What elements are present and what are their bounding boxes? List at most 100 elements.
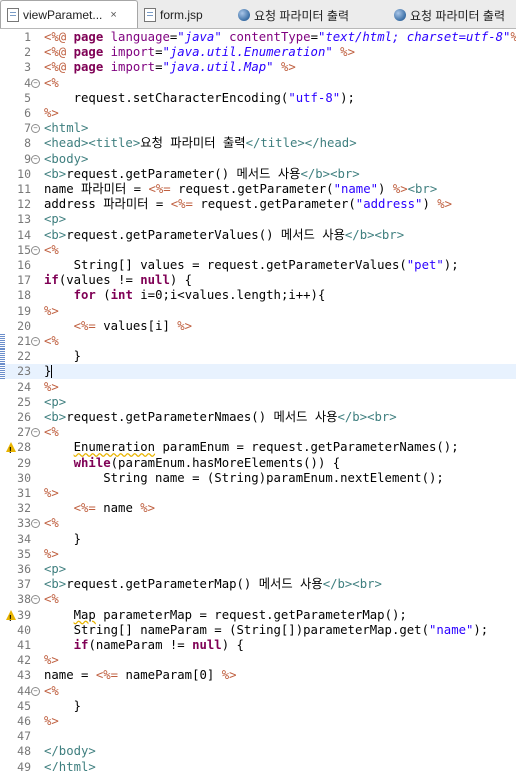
code-token: i=0;i<values.length;i++){: [132, 288, 326, 303]
code-line[interactable]: 30 String name = (String)paramEnum.nextE…: [0, 471, 516, 486]
code-text: }: [44, 699, 81, 714]
code-line[interactable]: 41 if(nameParam != null) {: [0, 638, 516, 653]
code-token: <html>: [44, 121, 89, 136]
code-text: Enumeration paramEnum = request.getParam…: [44, 440, 459, 455]
code-line[interactable]: 37 <b>request.getParameterMap() 메서드 사용</b…: [0, 577, 516, 592]
code-text: String[] nameParam = (String[])parameter…: [44, 622, 489, 638]
line-number: 9: [24, 151, 31, 166]
tab-browser-output-2[interactable]: 요청 파라미터 출력: [388, 2, 516, 28]
code-line[interactable]: 21− <%: [0, 334, 516, 349]
code-text: Map parameterMap = request.getParameterM…: [44, 608, 407, 623]
code-line[interactable]: 13 <p>: [0, 212, 516, 227]
code-line[interactable]: 34 }: [0, 532, 516, 547]
code-token: request.getParameter() 메서드 사용: [66, 166, 301, 181]
fold-toggle-icon[interactable]: −: [31, 519, 40, 529]
fold-toggle-icon[interactable]: −: [31, 595, 40, 605]
code-line[interactable]: 29 while(paramEnum.hasMoreElements()) {: [0, 456, 516, 471]
jsp-file-icon: [7, 7, 19, 22]
code-line[interactable]: 49 </html>: [0, 760, 516, 771]
line-number: 17: [17, 273, 31, 288]
code-text: %>: [44, 304, 59, 319]
close-icon[interactable]: ×: [110, 9, 116, 21]
code-line[interactable]: 26 <b>request.getParameterNmaes() 메서드 사용<…: [0, 410, 516, 425]
code-line[interactable]: 28 Enumeration paramEnum = request.getPa…: [0, 440, 516, 458]
code-token: request.setCharacterEncoding(: [44, 90, 289, 105]
code-text: while(paramEnum.hasMoreElements()) {: [44, 456, 341, 471]
code-line[interactable]: 1 <%@ page language="java" contentType="t…: [0, 30, 516, 45]
code-token: %>: [44, 653, 59, 668]
code-token: <%=: [170, 197, 193, 212]
code-token: <%: [44, 334, 59, 348]
line-number: 23: [17, 364, 31, 379]
code-line[interactable]: 24 %>: [0, 380, 516, 395]
code-line[interactable]: 12 address 파라미터 = <%= request.getParamete…: [0, 197, 516, 212]
code-token: String[] nameParam = (String[])parameter…: [44, 622, 429, 637]
code-line[interactable]: 36 <p>: [0, 562, 516, 577]
code-line[interactable]: 7− <html>: [0, 121, 516, 136]
line-number: 21: [17, 334, 31, 348]
code-line[interactable]: 10 <b>request.getParameter() 메서드 사용</b><b…: [0, 167, 516, 182]
code-line[interactable]: 40 String[] nameParam = (String[])parame…: [0, 623, 516, 638]
code-line[interactable]: 48 </body>: [0, 744, 516, 759]
code-line[interactable]: 43 name = <%= nameParam[0] %>: [0, 668, 516, 683]
code-line[interactable]: 15− <%: [0, 243, 516, 258]
fold-toggle-icon[interactable]: −: [31, 124, 40, 134]
tab-browser-output-1[interactable]: 요청 파라미터 출력: [232, 2, 388, 28]
code-line[interactable]: 19 %>: [0, 304, 516, 319]
fold-toggle-icon[interactable]: −: [31, 337, 40, 346]
code-line[interactable]: 27− <%: [0, 425, 516, 440]
line-number: 13: [17, 212, 31, 227]
code-line[interactable]: 32 <%= name %>: [0, 501, 516, 516]
line-number: 7: [24, 121, 31, 136]
code-text: <%: [44, 76, 59, 91]
fold-toggle-icon[interactable]: −: [31, 428, 40, 438]
line-number: 12: [17, 197, 31, 212]
code-token: %>: [340, 45, 355, 60]
code-text: %>: [44, 653, 59, 668]
tab-form-jsp[interactable]: form.jsp: [138, 2, 232, 28]
code-line[interactable]: 44− <%: [0, 684, 516, 699]
code-line[interactable]: 31 %>: [0, 486, 516, 501]
code-line[interactable]: 2 <%@ page import="java.util.Enumeration"…: [0, 45, 516, 60]
code-line[interactable]: 45 }: [0, 699, 516, 714]
code-line[interactable]: 33− <%: [0, 516, 516, 531]
code-line[interactable]: 11 name 파라미터 = <%= request.getParameter("…: [0, 182, 516, 197]
code-text: if(nameParam != null) {: [44, 638, 244, 653]
fold-toggle-icon[interactable]: −: [31, 78, 40, 88]
code-line[interactable]: 47: [0, 729, 516, 744]
fold-toggle-icon[interactable]: −: [31, 154, 40, 164]
code-line[interactable]: 25 <p>: [0, 395, 516, 410]
code-text: </html>: [44, 760, 96, 771]
code-line[interactable]: 17 if(values != null) {: [0, 273, 516, 288]
code-editor[interactable]: 1 <%@ page language="java" contentType="t…: [0, 29, 516, 771]
fold-toggle-icon[interactable]: −: [31, 686, 40, 696]
code-line[interactable]: 8 <head><title>요청 파라미터 출력</title></head>: [0, 136, 516, 151]
line-number: 11: [17, 182, 31, 196]
code-token: ): [422, 197, 438, 212]
line-number: 28: [17, 440, 31, 455]
code-line[interactable]: 38− <%: [0, 592, 516, 607]
code-line[interactable]: 46 %>: [0, 714, 516, 729]
code-line[interactable]: 5 request.setCharacterEncoding("utf-8");: [0, 91, 516, 106]
line-number: 37: [17, 577, 31, 592]
line-number: 33: [17, 516, 31, 531]
code-line[interactable]: 20 <%= values[i] %>: [0, 319, 516, 334]
code-text: <head><title>요청 파라미터 출력</title></head>: [44, 136, 357, 151]
code-line[interactable]: 42 %>: [0, 653, 516, 668]
tab-viewparameter[interactable]: viewParamet... ×: [0, 0, 138, 28]
code-line[interactable]: 35 %>: [0, 547, 516, 562]
code-line[interactable]: 9− <body>: [0, 152, 516, 167]
code-line[interactable]: 4− <%: [0, 76, 516, 91]
code-line[interactable]: 14 <b>request.getParameterValues() 메서드 사용…: [0, 228, 516, 243]
code-text: <%@ page import="java.util.Enumeration" …: [44, 45, 355, 60]
code-line[interactable]: 3 <%@ page import="java.util.Map" %>: [0, 60, 516, 75]
code-line[interactable]: 16 String[] values = request.getParamete…: [0, 258, 516, 273]
code-line[interactable]: 18 for (int i=0;i<values.length;i++){: [0, 288, 516, 303]
fold-toggle-icon[interactable]: −: [31, 245, 40, 255]
code-line[interactable]: 39 Map parameterMap = request.getParamet…: [0, 608, 516, 626]
code-line[interactable]: 6 %>: [0, 106, 516, 121]
code-line[interactable]: 23}: [0, 364, 516, 380]
code-line[interactable]: 22 }: [0, 349, 516, 365]
